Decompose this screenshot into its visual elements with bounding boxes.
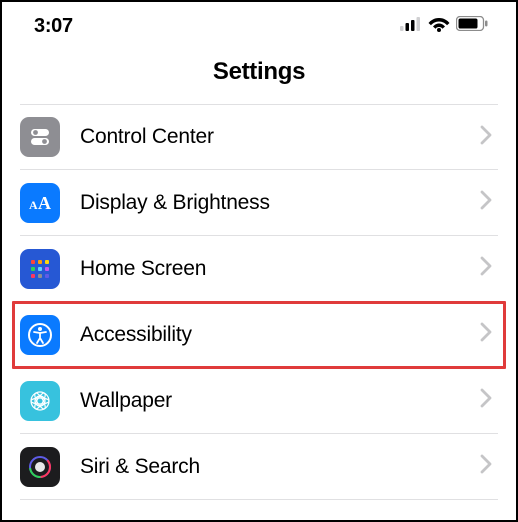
status-bar: 3:07 xyxy=(2,2,516,46)
row-label: Display & Brightness xyxy=(80,191,480,215)
status-indicators xyxy=(400,16,488,37)
row-label: Siri & Search xyxy=(80,455,480,479)
wallpaper-icon xyxy=(20,381,60,421)
row-label: Wallpaper xyxy=(80,389,480,413)
chevron-right-icon xyxy=(480,388,492,413)
svg-text:A: A xyxy=(38,193,51,213)
page-title: Settings xyxy=(2,58,516,86)
svg-text:A: A xyxy=(29,198,38,212)
chevron-right-icon xyxy=(480,322,492,347)
status-time: 3:07 xyxy=(34,15,73,38)
siri-icon xyxy=(20,447,60,487)
home-screen-icon xyxy=(20,249,60,289)
control-center-icon xyxy=(20,117,60,157)
chevron-right-icon xyxy=(480,256,492,281)
row-label: Accessibility xyxy=(80,323,480,347)
row-control-center[interactable]: Control Center xyxy=(2,104,516,170)
battery-icon xyxy=(456,16,488,36)
row-siri-search[interactable]: Siri & Search xyxy=(2,434,516,500)
chevron-right-icon xyxy=(480,454,492,479)
row-accessibility[interactable]: Accessibility xyxy=(2,302,516,368)
row-label: Home Screen xyxy=(80,257,480,281)
row-wallpaper[interactable]: Wallpaper xyxy=(2,368,516,434)
chevron-right-icon xyxy=(480,125,492,150)
wifi-icon xyxy=(428,16,450,37)
accessibility-icon xyxy=(20,315,60,355)
row-label: Control Center xyxy=(80,125,480,149)
row-home-screen[interactable]: Home Screen xyxy=(2,236,516,302)
row-display-brightness[interactable]: A A Display & Brightness xyxy=(2,170,516,236)
cellular-signal-icon xyxy=(400,17,422,36)
settings-list: Control Center A A Display & Brightness xyxy=(2,104,516,500)
page-header: Settings xyxy=(2,46,516,104)
chevron-right-icon xyxy=(480,190,492,215)
display-brightness-icon: A A xyxy=(20,183,60,223)
